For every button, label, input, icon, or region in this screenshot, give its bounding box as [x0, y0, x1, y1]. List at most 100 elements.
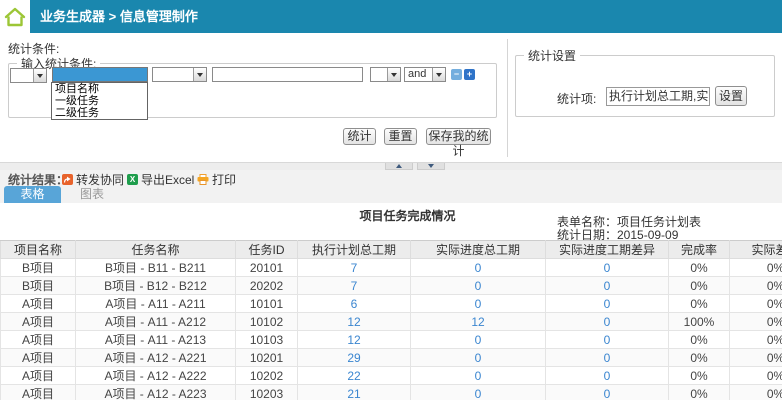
chevron-down-icon [387, 68, 400, 81]
chevron-down-icon [33, 69, 46, 82]
settings-fieldset: 统计设置 统计项: 执行计划总工期,实际进度总工 设置 [515, 47, 775, 117]
duration-link-cell[interactable]: 22 [298, 367, 411, 385]
table-cell: 0% [669, 259, 730, 277]
table-row: A项目A项目 - A12 - A2231020321000%0% [1, 385, 782, 400]
table-cell: A项目 - A11 - A211 [76, 295, 236, 313]
chevron-down-icon [193, 68, 206, 81]
condition-field-select[interactable] [52, 67, 148, 82]
remove-condition-button[interactable]: − [451, 69, 462, 80]
table-column-header: 实际差异 [730, 241, 782, 259]
collapse-up-button[interactable] [385, 163, 413, 170]
table-column-header: 实际进度总工期 [411, 241, 546, 259]
table-row: B项目B项目 - B12 - B212202027000%0% [1, 277, 782, 295]
table-cell: 20202 [236, 277, 298, 295]
duration-link-cell[interactable]: 12 [411, 313, 546, 331]
duration-link-cell[interactable]: 7 [298, 259, 411, 277]
duration-link-cell[interactable]: 12 [298, 313, 411, 331]
condition-operator-select[interactable] [152, 67, 207, 82]
reset-button[interactable]: 重置 [384, 128, 417, 145]
table-cell: A项目 - A11 - A212 [76, 313, 236, 331]
duration-link-cell[interactable]: 0 [546, 277, 669, 295]
duration-link-cell[interactable]: 0 [411, 259, 546, 277]
table-cell: A项目 - A12 - A222 [76, 367, 236, 385]
logic-operator-select[interactable]: and [404, 67, 446, 82]
chevron-down-icon [432, 68, 445, 81]
table-cell: 10101 [236, 295, 298, 313]
condition-value-input[interactable] [212, 67, 363, 82]
breadcrumb[interactable]: 业务生成器 > 信息管理制作 [40, 0, 198, 33]
dropdown-option[interactable]: 一级任务 [52, 95, 147, 107]
table-cell: 100% [669, 313, 730, 331]
table-cell: A项目 [1, 349, 76, 367]
duration-link-cell[interactable]: 0 [546, 385, 669, 400]
duration-link-cell[interactable]: 7 [298, 277, 411, 295]
table-cell: A项目 [1, 331, 76, 349]
table-cell: A项目 [1, 313, 76, 331]
report-content: 项目任务完成情况 表单名称：项目任务计划表 统计日期：2015-09-09 项目… [0, 203, 782, 400]
home-icon [4, 7, 26, 27]
table-cell: 0% [730, 295, 782, 313]
home-button[interactable] [0, 0, 30, 33]
table-row: A项目A项目 - A11 - A211101016000%0% [1, 295, 782, 313]
table-cell: 10203 [236, 385, 298, 400]
duration-link-cell[interactable]: 0 [546, 313, 669, 331]
results-table: 项目名称任务名称任务ID执行计划总工期实际进度总工期实际进度工期差异完成率实际差… [0, 240, 782, 400]
statistics-panel: 统计条件: 输入统计条件: 项目名称 一级任务 二级任务 and − + 统计设… [0, 33, 782, 162]
results-toolbar: 统计结果： 转发协同 X 导出Excel 打印 [0, 170, 782, 186]
table-row: A项目A项目 - A11 - A2131010312000%0% [1, 331, 782, 349]
save-statistics-button[interactable]: 保存我的统计 [426, 128, 491, 145]
table-cell: A项目 [1, 385, 76, 400]
collapse-down-button[interactable] [417, 163, 445, 170]
table-cell: 20101 [236, 259, 298, 277]
table-cell: B项目 [1, 259, 76, 277]
arrow-down-icon [428, 164, 434, 168]
table-cell: 0% [730, 385, 782, 400]
table-cell: 0% [669, 295, 730, 313]
tab-chart[interactable]: 图表 [66, 186, 118, 203]
arrow-up-icon [396, 164, 402, 168]
duration-link-cell[interactable]: 21 [298, 385, 411, 400]
duration-link-cell[interactable]: 0 [546, 367, 669, 385]
stat-item-label: 统计项: [557, 90, 596, 107]
duration-link-cell[interactable]: 29 [298, 349, 411, 367]
excel-icon: X [127, 174, 138, 185]
printer-icon [197, 174, 209, 185]
stat-item-value-field[interactable]: 执行计划总工期,实际进度总工 [606, 87, 710, 106]
table-cell: 0% [669, 385, 730, 400]
duration-link-cell[interactable]: 0 [546, 349, 669, 367]
table-body: B项目B项目 - B11 - B211201017000%0%B项目B项目 - … [1, 259, 782, 400]
table-cell: A项目 [1, 295, 76, 313]
table-row: B项目B项目 - B11 - B211201017000%0% [1, 259, 782, 277]
table-header-row: 项目名称任务名称任务ID执行计划总工期实际进度总工期实际进度工期差异完成率实际差… [1, 241, 782, 259]
condition-group-select[interactable] [10, 68, 47, 83]
table-cell: A项目 - A12 - A221 [76, 349, 236, 367]
dropdown-option[interactable]: 二级任务 [52, 107, 147, 119]
duration-link-cell[interactable]: 0 [411, 349, 546, 367]
duration-link-cell[interactable]: 0 [546, 331, 669, 349]
top-header-bar: 业务生成器 > 信息管理制作 [0, 0, 782, 33]
table-column-header: 实际进度工期差异 [546, 241, 669, 259]
duration-link-cell[interactable]: 0 [546, 259, 669, 277]
duration-link-cell[interactable]: 0 [411, 385, 546, 400]
app-window: 业务生成器 > 信息管理制作 统计条件: 输入统计条件: 项目名称 一级任务 二… [0, 0, 782, 400]
duration-link-cell[interactable]: 6 [298, 295, 411, 313]
duration-link-cell[interactable]: 0 [546, 295, 669, 313]
results-tabs: 表格 图表 [0, 186, 782, 203]
duration-link-cell[interactable]: 12 [298, 331, 411, 349]
condition-extra-select[interactable] [370, 67, 401, 82]
logic-operator-value: and [408, 68, 426, 80]
add-condition-button[interactable]: + [464, 69, 475, 80]
table-cell: 0% [669, 331, 730, 349]
panel-divider [507, 39, 508, 157]
duration-link-cell[interactable]: 0 [411, 277, 546, 295]
run-statistics-button[interactable]: 统计 [343, 128, 376, 145]
duration-link-cell[interactable]: 0 [411, 331, 546, 349]
table-row: A项目A项目 - A12 - A2221020222000%0% [1, 367, 782, 385]
table-cell: 0% [669, 349, 730, 367]
tab-table[interactable]: 表格 [4, 186, 61, 203]
configure-button[interactable]: 设置 [715, 86, 747, 106]
table-column-header: 任务名称 [76, 241, 236, 259]
dropdown-option[interactable]: 项目名称 [52, 83, 147, 95]
duration-link-cell[interactable]: 0 [411, 295, 546, 313]
duration-link-cell[interactable]: 0 [411, 367, 546, 385]
